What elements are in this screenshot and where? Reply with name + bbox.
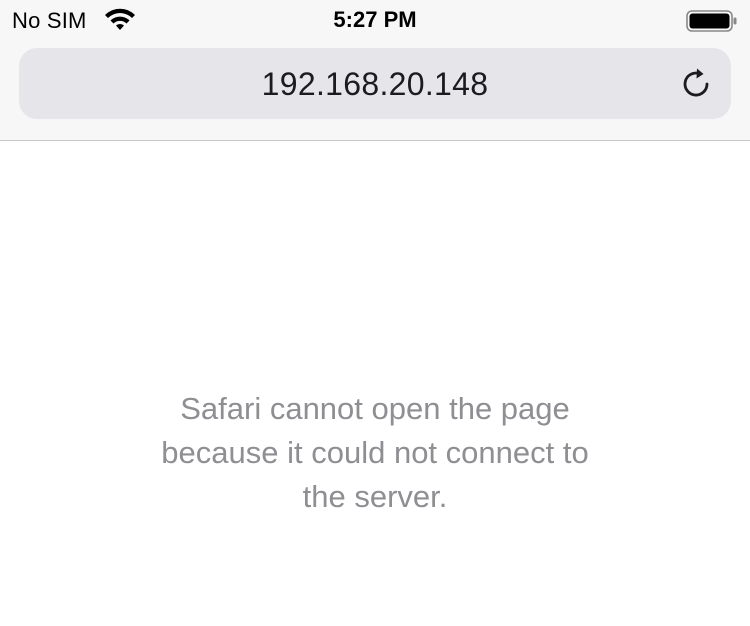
url-text[interactable]: 192.168.20.148 — [19, 66, 731, 103]
browser-chrome: No SIM 5:27 PM 192.168.20.148 — [0, 0, 750, 141]
battery-full-icon — [686, 10, 737, 32]
page-content: Safari cannot open the page because it c… — [0, 141, 750, 626]
error-message-line: the server. — [302, 479, 448, 514]
reload-icon[interactable] — [679, 66, 715, 102]
clock: 5:27 PM — [333, 7, 417, 32]
error-message: Safari cannot open the page because it c… — [125, 387, 625, 519]
status-bar: No SIM 5:27 PM — [0, 0, 750, 42]
address-bar[interactable]: 192.168.20.148 — [19, 48, 731, 119]
error-message-line: Safari cannot open the page — [180, 391, 570, 426]
error-message-line: because it could not connect to — [161, 435, 589, 470]
